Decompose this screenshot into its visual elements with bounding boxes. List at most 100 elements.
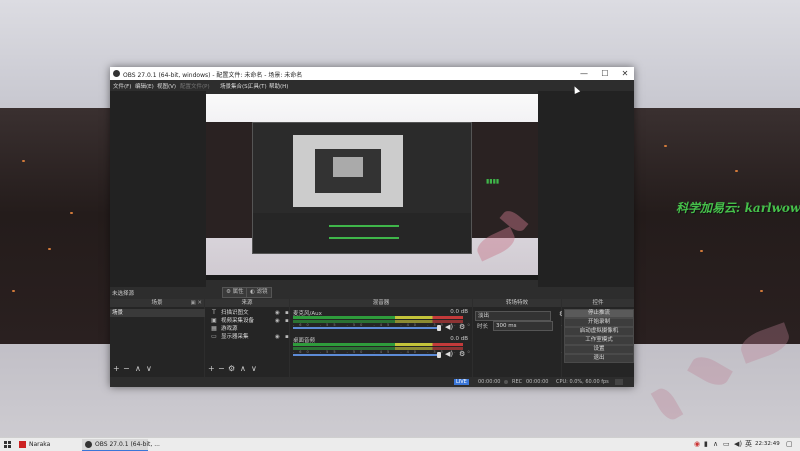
- resize-grip-icon[interactable]: [615, 379, 623, 385]
- tray-mic-icon[interactable]: ▮: [704, 440, 708, 449]
- taskbar-item-label: Naraka: [29, 441, 51, 448]
- window-title: OBS 27.0.1 (64-bit, windows) - 配置文件: 未命名…: [123, 72, 303, 79]
- duration-label: 时长: [477, 324, 489, 330]
- volume-slider[interactable]: [293, 354, 439, 356]
- camera-source-icon: ▣: [211, 317, 217, 324]
- preview-nested-docks: [253, 213, 471, 253]
- speaker-icon[interactable]: ◀): [445, 350, 453, 358]
- obs-logo-icon: [113, 70, 120, 77]
- menu-file[interactable]: 文件(F): [113, 82, 131, 90]
- exit-button[interactable]: 退出: [564, 354, 634, 363]
- source-item[interactable]: T 扫描识图文 ◉ ▪: [211, 309, 297, 317]
- wallpaper-leaf: [687, 351, 733, 391]
- source-label: 显示器采集: [221, 334, 249, 340]
- transition-type-select[interactable]: 淡出: [475, 311, 551, 321]
- preview-nested-meter: [329, 225, 399, 227]
- controls-dock: 控件 停止推流 开始录制 启动虚拟摄像机 工作室模式 设置 退出: [562, 299, 634, 387]
- preview-margin-left: [110, 91, 206, 287]
- mixer-header: 混音器: [290, 299, 472, 307]
- obs-app-icon: [85, 441, 92, 448]
- volume-slider[interactable]: [293, 327, 439, 329]
- add-scene-icon[interactable]: +: [113, 365, 120, 373]
- menu-edit[interactable]: 编辑(E): [135, 82, 154, 90]
- menu-bar: 文件(F) 编辑(E) 视图(V) 配置文件(P) 场景集合(S) 工具(T) …: [110, 80, 634, 91]
- transitions-header: 转场特效: [473, 299, 561, 307]
- tray-expand-icon[interactable]: ∧: [713, 440, 718, 449]
- scenes-undock-icon[interactable]: ▣ ✕: [190, 299, 202, 307]
- scene-item[interactable]: 场景: [110, 309, 206, 317]
- move-source-down-icon[interactable]: ∨: [251, 365, 257, 373]
- channel-settings-gear-icon[interactable]: ⚙: [459, 323, 465, 331]
- visibility-eye-icon[interactable]: ◉: [275, 333, 280, 341]
- menu-scene-collection[interactable]: 场景集合(S): [220, 82, 250, 90]
- notification-icon[interactable]: ▢: [786, 440, 793, 449]
- rec-dot-icon: [504, 380, 508, 384]
- filters-button[interactable]: ◐ 滤镜: [246, 287, 272, 298]
- wallpaper-spark: [760, 290, 763, 292]
- volume-slider-handle[interactable]: [437, 352, 441, 358]
- start-recording-button[interactable]: 开始录制: [564, 318, 634, 327]
- preview-margin-right: [538, 91, 634, 287]
- windows-start-icon[interactable]: [4, 441, 11, 448]
- minimize-button[interactable]: —: [575, 68, 593, 79]
- game-source-icon: ▦: [211, 325, 217, 332]
- close-button[interactable]: ✕: [616, 68, 634, 79]
- preview-nested-window: [315, 149, 381, 193]
- start-virtual-camera-button[interactable]: 启动虚拟摄像机: [564, 327, 634, 336]
- stop-streaming-button[interactable]: 停止推流: [564, 309, 634, 318]
- source-item[interactable]: ▦ 游戏源: [211, 325, 297, 333]
- move-scene-down-icon[interactable]: ∨: [146, 365, 152, 373]
- tray-ime-icon[interactable]: 英: [745, 440, 752, 449]
- duration-input[interactable]: 300 ms: [493, 321, 553, 331]
- window-titlebar[interactable]: OBS 27.0.1 (64-bit, windows) - 配置文件: 未命名…: [110, 67, 634, 80]
- visibility-eye-icon[interactable]: ◉: [275, 309, 280, 317]
- settings-button[interactable]: 设置: [564, 345, 634, 354]
- rec-label: REC: [512, 379, 523, 385]
- wallpaper-spark: [664, 145, 667, 147]
- preview-canvas[interactable]: ▮▮▮▮: [206, 94, 538, 280]
- add-source-icon[interactable]: +: [208, 365, 215, 373]
- lock-icon[interactable]: ▪: [285, 317, 289, 325]
- visibility-eye-icon[interactable]: ◉: [275, 317, 280, 325]
- menu-help[interactable]: 帮助(H): [269, 82, 288, 90]
- menu-profile[interactable]: 配置文件(P): [180, 82, 210, 90]
- menu-view[interactable]: 视图(V): [157, 82, 176, 90]
- monitor-source-icon: ▭: [211, 333, 217, 340]
- taskbar-item-naraka[interactable]: Naraka: [16, 439, 80, 450]
- preview-nested-preview: [293, 135, 403, 207]
- source-settings-gear-icon[interactable]: ⚙: [228, 365, 235, 373]
- taskbar-item-obs[interactable]: OBS 27.0.1 (64-bit, ...: [82, 439, 160, 451]
- lock-icon[interactable]: ▪: [285, 333, 289, 341]
- tray-app-icon[interactable]: ◉: [694, 440, 700, 449]
- source-label: 扫描识图文: [221, 310, 249, 316]
- controls-header: 控件: [562, 299, 634, 307]
- source-item[interactable]: ▭ 显示器采集 ◉ ▪: [211, 333, 297, 341]
- obs-window[interactable]: OBS 27.0.1 (64-bit, windows) - 配置文件: 未命名…: [110, 67, 634, 387]
- preview-nested-obs-window: [252, 122, 472, 254]
- tray-network-icon[interactable]: ▭: [723, 440, 730, 449]
- audio-level-meter: [293, 316, 463, 319]
- move-scene-up-icon[interactable]: ∧: [135, 365, 141, 373]
- speaker-icon[interactable]: ◀): [445, 323, 453, 331]
- sources-header: 来源: [205, 299, 289, 307]
- remove-source-icon[interactable]: −: [218, 365, 225, 373]
- properties-button[interactable]: ⚙ 属性: [222, 287, 248, 298]
- taskbar-item-label: OBS 27.0.1 (64-bit, ...: [95, 441, 160, 448]
- tray-volume-icon[interactable]: ◀): [734, 440, 742, 449]
- volume-slider-handle[interactable]: [437, 325, 441, 331]
- wallpaper-spark: [48, 248, 51, 250]
- preview-nested-meter: [329, 237, 399, 239]
- lock-icon[interactable]: ▪: [285, 309, 289, 317]
- wallpaper-spark: [700, 250, 703, 252]
- source-item[interactable]: ▣ 视频采集设备 ◉ ▪: [211, 317, 297, 325]
- maximize-button[interactable]: ☐: [596, 68, 614, 79]
- naraka-app-icon: [19, 441, 26, 448]
- text-source-icon: T: [212, 309, 216, 316]
- preview-taskbar: [206, 275, 538, 280]
- channel-settings-gear-icon[interactable]: ⚙: [459, 350, 465, 358]
- remove-scene-icon[interactable]: −: [123, 365, 130, 373]
- studio-mode-button[interactable]: 工作室模式: [564, 336, 634, 345]
- cpu-fps: CPU: 0.0%, 60.00 fps: [556, 379, 609, 385]
- move-source-up-icon[interactable]: ∧: [240, 365, 246, 373]
- menu-tools[interactable]: 工具(T): [248, 82, 267, 90]
